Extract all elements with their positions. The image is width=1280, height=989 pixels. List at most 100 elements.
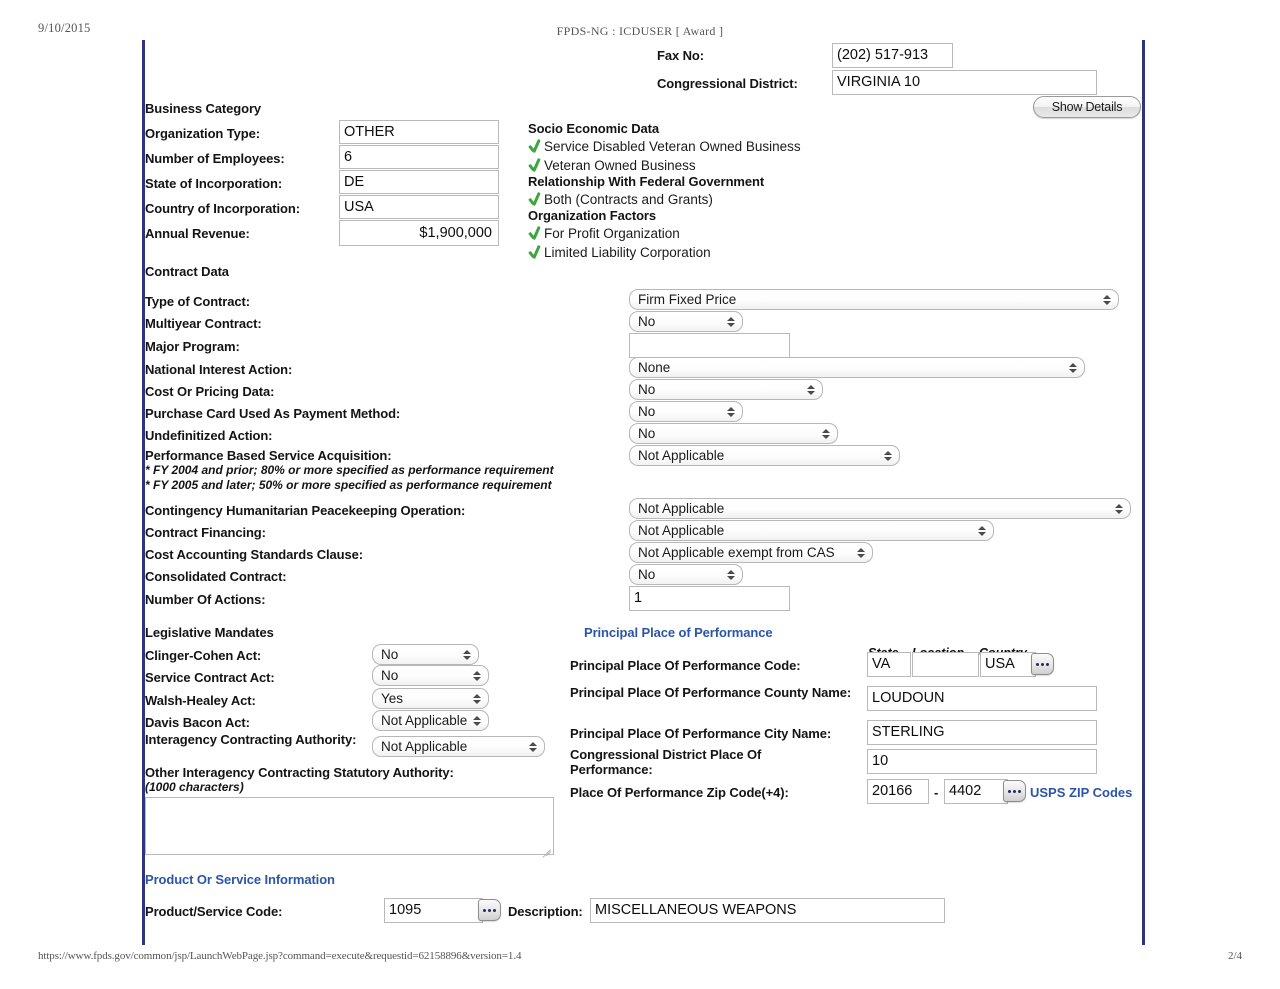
legislative-mandates-heading: Legislative Mandates [145,625,274,640]
socio-item-veteran-owned: Veteran Owned Business [528,158,696,173]
congressional-district-performance-label: Congressional District Place Of Performa… [570,747,830,777]
place-of-performance-county-label: Principal Place Of Performance County Na… [570,685,860,700]
zip-separator: - [934,785,938,800]
contract-data-heading: Contract Data [145,264,229,279]
walsh-healey-act-label: Walsh-Healey Act: [145,693,256,708]
fax-no-label: Fax No: [657,48,704,63]
congressional-district-input[interactable]: VIRGINIA 10 [832,70,1097,95]
stepper-arrows-icon [807,383,815,397]
national-interest-action-value: None [638,360,670,375]
place-of-performance-zip4-input[interactable]: 4402 [944,779,1008,804]
principal-place-of-performance-heading: Principal Place of Performance [584,625,772,640]
undefinitized-action-label: Undefinitized Action: [145,428,272,443]
fax-no-input[interactable]: (202) 517-913 [832,43,953,68]
type-of-contract-select[interactable]: Firm Fixed Price [629,289,1119,310]
stepper-arrows-icon [1103,293,1111,307]
usps-zip-codes-link[interactable]: USPS ZIP Codes [1030,785,1132,800]
factor-item-label: For Profit Organization [544,226,680,241]
place-of-performance-state-input[interactable]: VA [867,652,911,677]
number-of-employees-label: Number of Employees: [145,151,285,166]
congressional-district-label: Congressional District: [657,76,798,91]
contract-financing-select[interactable]: Not Applicable [629,520,994,541]
multiyear-contract-select[interactable]: No [629,311,743,332]
stepper-arrows-icon [463,648,471,662]
number-of-actions-input[interactable]: 1 [629,586,790,611]
form-content: Fax No: (202) 517-913 Congressional Dist… [145,40,1142,945]
check-icon [528,245,542,260]
clinger-cohen-act-label: Clinger-Cohen Act: [145,648,261,663]
place-of-performance-code-label: Principal Place Of Performance Code: [570,658,800,673]
place-of-performance-zip-input[interactable]: 20166 [867,779,929,804]
multiyear-contract-label: Multiyear Contract: [145,316,262,331]
organization-type-input[interactable]: OTHER [339,120,499,144]
contract-financing-label: Contract Financing: [145,525,266,540]
state-of-incorporation-label: State of Incorporation: [145,176,282,191]
annual-revenue-input[interactable]: $1,900,000 [339,220,499,246]
stepper-arrows-icon [727,405,735,419]
service-contract-act-select[interactable]: No [372,665,489,686]
country-of-incorporation-input[interactable]: USA [339,195,499,219]
place-of-performance-zip-label: Place Of Performance Zip Code(+4): [570,785,789,800]
type-of-contract-label: Type of Contract: [145,294,250,309]
cas-clause-value: Not Applicable exempt from CAS [638,545,835,560]
undefinitized-action-value: No [638,426,655,441]
socio-economic-data-heading: Socio Economic Data [528,121,659,136]
stepper-arrows-icon [529,740,537,754]
cas-clause-select[interactable]: Not Applicable exempt from CAS [629,542,873,563]
other-interagency-authority-textarea[interactable] [145,797,554,855]
pbsa-label: Performance Based Service Acquisition: [145,448,391,463]
consolidated-contract-select[interactable]: No [629,564,743,585]
stepper-arrows-icon [857,546,865,560]
check-icon [528,139,542,154]
place-of-performance-location-input[interactable] [912,652,979,677]
printed-form-page: 9/10/2015 FPDS-NG : ICDUSER [ Award ] Fa… [0,0,1280,989]
pbsa-select[interactable]: Not Applicable [629,445,900,466]
clinger-cohen-act-select[interactable]: No [372,644,479,665]
product-or-service-information-heading: Product Or Service Information [145,872,335,887]
check-icon [528,158,542,173]
purchase-card-label: Purchase Card Used As Payment Method: [145,406,400,421]
place-of-performance-county-input[interactable]: LOUDOUN [867,686,1097,711]
other-interagency-authority-label: Other Interagency Contracting Statutory … [145,765,454,780]
other-interagency-authority-note: (1000 characters) [145,780,244,795]
stepper-arrows-icon [884,449,892,463]
walsh-healey-act-select[interactable]: Yes [372,688,489,709]
number-of-employees-input[interactable]: 6 [339,145,499,169]
factor-item-label: Limited Liability Corporation [544,245,711,260]
davis-bacon-act-value: Not Applicable [381,713,467,728]
chpo-select[interactable]: Not Applicable [629,498,1131,519]
interagency-contracting-authority-value: Not Applicable [381,739,467,754]
interagency-contracting-authority-label: Interagency Contracting Authority: [145,732,360,747]
major-program-label: Major Program: [145,339,240,354]
place-of-performance-city-input[interactable]: STERLING [867,720,1097,745]
right-border-rule [1142,40,1145,945]
congressional-district-performance-input[interactable]: 10 [867,749,1097,774]
description-label: Description: [508,904,583,919]
resize-grip-icon[interactable] [540,841,551,852]
davis-bacon-act-select[interactable]: Not Applicable [372,710,489,731]
zip-lookup-ellipsis-button[interactable] [1003,780,1026,802]
description-input[interactable]: MISCELLANEOUS WEAPONS [590,898,945,923]
place-of-performance-country-input[interactable]: USA [980,652,1036,677]
country-of-incorporation-label: Country of Incorporation: [145,201,300,216]
stepper-arrows-icon [727,315,735,329]
undefinitized-action-select[interactable]: No [629,423,838,444]
annual-revenue-label: Annual Revenue: [145,226,250,241]
walsh-healey-act-value: Yes [381,691,403,706]
stepper-arrows-icon [473,714,481,728]
chpo-label: Contingency Humanitarian Peacekeeping Op… [145,503,465,518]
product-service-code-lookup-ellipsis-button[interactable] [478,899,501,921]
national-interest-action-select[interactable]: None [629,357,1085,378]
contract-financing-value: Not Applicable [638,523,724,538]
cost-or-pricing-data-value: No [638,382,655,397]
state-of-incorporation-input[interactable]: DE [339,170,499,194]
cost-or-pricing-data-select[interactable]: No [629,379,823,400]
country-lookup-ellipsis-button[interactable] [1031,653,1054,675]
interagency-contracting-authority-select[interactable]: Not Applicable [372,736,545,757]
product-service-code-input[interactable]: 1095 [384,898,483,923]
national-interest-action-label: National Interest Action: [145,362,292,377]
organization-factors-heading: Organization Factors [528,208,656,223]
major-program-input[interactable] [629,333,790,358]
purchase-card-select[interactable]: No [629,401,743,422]
show-details-button[interactable]: Show Details [1033,96,1141,118]
